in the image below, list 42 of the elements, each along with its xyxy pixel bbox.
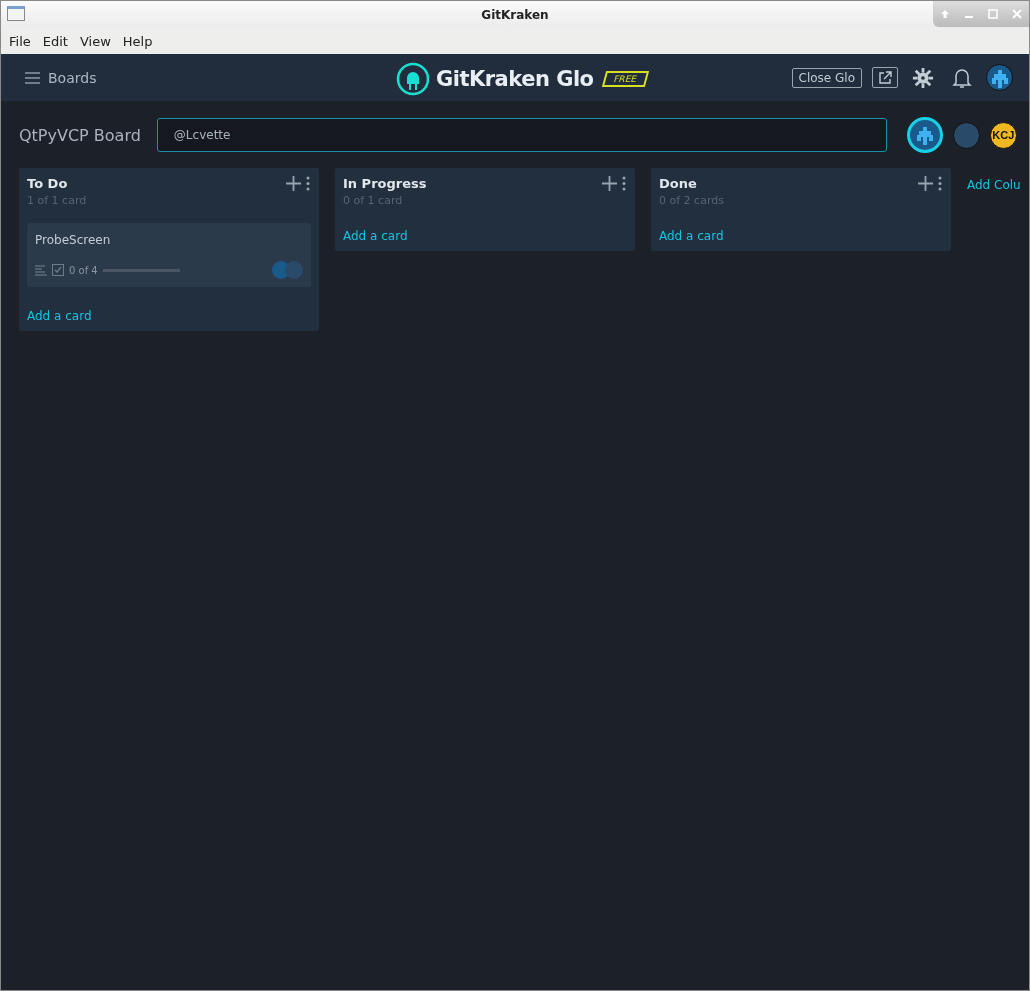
checklist-count: 0 of 4 bbox=[69, 264, 98, 276]
more-icon[interactable] bbox=[621, 176, 627, 191]
add-icon[interactable] bbox=[286, 176, 301, 191]
logo-text: GitKraken Glo bbox=[436, 67, 594, 91]
add-card-link[interactable]: Add a card bbox=[27, 309, 92, 323]
menu-item[interactable]: Edit bbox=[42, 33, 68, 49]
assignee-avatar bbox=[285, 261, 303, 279]
add-icon[interactable] bbox=[918, 176, 933, 191]
boards-button[interactable]: Boards bbox=[25, 69, 97, 86]
user-avatar[interactable] bbox=[986, 64, 1013, 91]
external-link-button[interactable] bbox=[872, 67, 898, 88]
close-glo-button[interactable]: Close Glo bbox=[791, 67, 862, 88]
column-title: To Do bbox=[27, 176, 68, 191]
add-icon[interactable] bbox=[602, 176, 617, 191]
window-title: GitKraken bbox=[481, 7, 549, 22]
board-title: QtPyVCP Board bbox=[19, 125, 141, 145]
menu-item[interactable]: File bbox=[9, 33, 31, 49]
card-title: ProbeScreen bbox=[35, 233, 112, 247]
column-title: Done bbox=[659, 176, 697, 191]
filter-field[interactable]: @Lcvette bbox=[156, 118, 887, 152]
menu-item[interactable]: View bbox=[79, 33, 111, 49]
task-card[interactable]: ProbeScreen 0 of 4 bbox=[27, 223, 311, 287]
add-card-link[interactable]: Add a card bbox=[343, 229, 408, 243]
member-avatar[interactable]: KCJ bbox=[989, 121, 1017, 149]
checkbox-icon bbox=[52, 264, 64, 276]
window-icon bbox=[7, 6, 25, 21]
menu-icon bbox=[25, 71, 40, 84]
more-icon[interactable] bbox=[305, 176, 311, 191]
column-title: In Progress bbox=[343, 176, 427, 191]
menu-item[interactable]: Help bbox=[122, 33, 153, 49]
settings-icon bbox=[912, 66, 934, 89]
more-icon[interactable] bbox=[937, 176, 943, 191]
pixel-avatar-icon bbox=[989, 67, 1010, 88]
description-icon bbox=[35, 264, 47, 276]
member-avatar[interactable] bbox=[906, 117, 943, 153]
external-link-icon bbox=[878, 70, 892, 85]
bell-icon bbox=[952, 66, 972, 89]
plan-badge: FREE bbox=[601, 71, 649, 87]
add-column-link[interactable]: Add Colu bbox=[967, 178, 1021, 192]
add-card-link[interactable]: Add a card bbox=[659, 229, 724, 243]
pixel-avatar-icon bbox=[914, 125, 935, 145]
kraken-logo-icon bbox=[396, 62, 430, 96]
